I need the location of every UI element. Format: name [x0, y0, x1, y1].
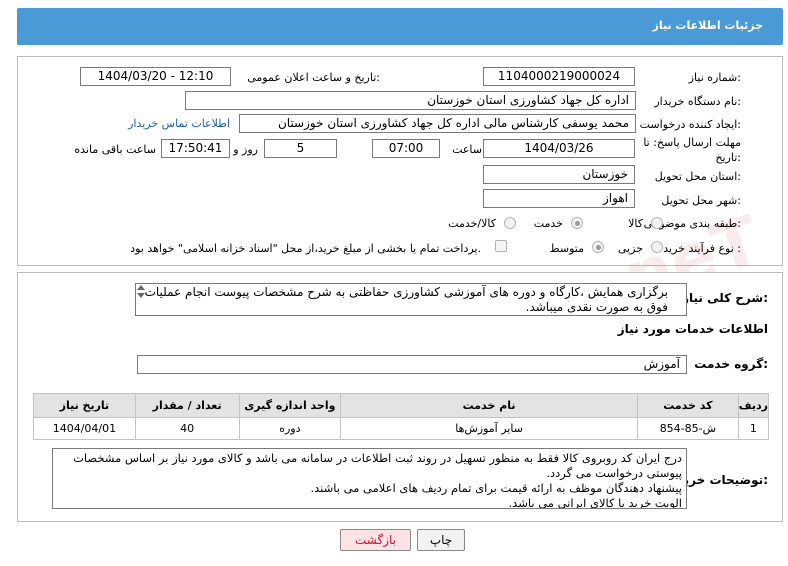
process-radio-medium[interactable]	[592, 241, 604, 253]
category-radio-goods-service[interactable]	[504, 217, 516, 229]
process-label: نوع فرآیند خرید :	[663, 242, 741, 255]
scroll-down-icon[interactable]	[137, 293, 145, 298]
services-table: ردیف کد خدمت نام خدمت واحد اندازه گیری ت…	[33, 393, 770, 440]
col-row-number: ردیف	[737, 393, 770, 418]
services-section-title: اطلاعات خدمات مورد نیاز	[617, 322, 768, 336]
process-option-medium: متوسط	[549, 242, 584, 255]
print-button[interactable]: چاپ	[417, 529, 465, 551]
deadline-hour-label: ساعت	[452, 143, 482, 156]
buyer-note-line-2: پیشنهاد دهندگان موظف به ارائه قیمت برای …	[310, 481, 682, 495]
col-quantity: تعداد / مقدار	[134, 393, 240, 418]
scroll-up-icon[interactable]	[137, 285, 145, 290]
treasury-payment-text: پرداخت تمام یا بخشی از مبلغ خرید،از محل …	[130, 242, 481, 255]
description-text: برگزاری همایش ،کارگاه و دوره های آموزشی …	[144, 285, 668, 314]
col-service-code: کد خدمت	[636, 393, 739, 418]
deadline-label-line2: تاریخ:	[715, 151, 741, 164]
process-option-minor: جزیی	[617, 242, 643, 255]
requester-label: ایجاد کننده درخواست:	[639, 118, 741, 131]
category-option-goods-service: کالا/خدمت	[448, 217, 496, 230]
remaining-days-field[interactable]: 5	[264, 139, 337, 158]
page-title: جزئیات اطلاعات نیاز	[652, 19, 764, 32]
description-label: شرح کلی نیاز:	[682, 291, 768, 305]
services-table-header: ردیف کد خدمت نام خدمت واحد اندازه گیری ت…	[33, 393, 770, 418]
announce-label: تاریخ و ساعت اعلان عمومی:	[247, 71, 380, 84]
table-row[interactable]: 1 ش-85-854 سایر آموزش‌ها دوره 40 1404/04…	[33, 417, 770, 440]
col-unit: واحد اندازه گیری	[238, 393, 342, 418]
deadline-label-line1: مهلت ارسال پاسخ: تا	[643, 136, 741, 149]
service-group-field[interactable]: آموزش	[137, 355, 687, 374]
province-label: استان محل تحویل:	[654, 170, 741, 183]
buyer-notes-textarea[interactable]: درج ایران کد روبروی کالا فقط به منظور تس…	[52, 448, 687, 509]
city-label: شهر محل تحویل:	[661, 194, 741, 207]
need-number-field[interactable]: 1104000219000024	[483, 67, 635, 86]
buyer-contact-link[interactable]: اطلاعات تماس خریدار	[128, 117, 230, 130]
cell-need-date: 1404/04/01	[33, 417, 136, 440]
cell-unit: دوره	[238, 417, 342, 440]
buyer-note-line-1: درج ایران کد روبروی کالا فقط به منظور تس…	[73, 451, 682, 480]
page-header: جزئیات اطلاعات نیاز	[17, 8, 783, 45]
need-number-label: شماره نیاز:	[688, 71, 741, 84]
service-group-label: گروه خدمت:	[694, 357, 768, 371]
cell-service-name: سایر آموزش‌ها	[340, 417, 638, 440]
category-radio-goods[interactable]	[651, 217, 663, 229]
category-option-goods: کالا	[628, 217, 643, 230]
remaining-time-field[interactable]: 17:50:41	[161, 139, 230, 158]
back-button[interactable]: بازگشت	[340, 529, 411, 551]
category-option-service: خدمت	[533, 217, 563, 230]
col-service-name: نام خدمت	[340, 393, 638, 418]
process-radio-minor[interactable]	[651, 241, 663, 253]
col-need-date: تاریخ نیاز	[33, 393, 136, 418]
buyer-note-line-3: الویت خرید با کالای ایرانی می باشد.	[508, 496, 683, 509]
province-field[interactable]: خوزستان	[483, 165, 635, 184]
buyer-org-field[interactable]: اداره کل جهاد کشاورزی استان خوزستان	[185, 91, 636, 110]
remaining-time-label: ساعت باقی مانده	[74, 143, 156, 156]
remaining-days-label: روز و	[233, 143, 258, 156]
city-field[interactable]: اهواز	[483, 189, 635, 208]
description-textarea[interactable]: برگزاری همایش ،کارگاه و دوره های آموزشی …	[135, 283, 687, 316]
treasury-payment-checkbox[interactable]	[495, 240, 507, 252]
cell-row-number: 1	[737, 417, 770, 440]
buyer-org-label: نام دستگاه خریدار:	[654, 95, 741, 108]
category-radio-service[interactable]	[571, 217, 583, 229]
cell-service-code: ش-85-854	[636, 417, 739, 440]
deadline-date-field[interactable]: 1404/03/26	[483, 139, 635, 158]
requester-field[interactable]: محمد یوسفی کارشناس مالی اداره کل جهاد کش…	[239, 114, 636, 133]
announce-field[interactable]: 1404/03/20 - 12:10	[80, 67, 231, 86]
cell-quantity: 40	[134, 417, 240, 440]
deadline-time-field[interactable]: 07:00	[372, 139, 440, 158]
